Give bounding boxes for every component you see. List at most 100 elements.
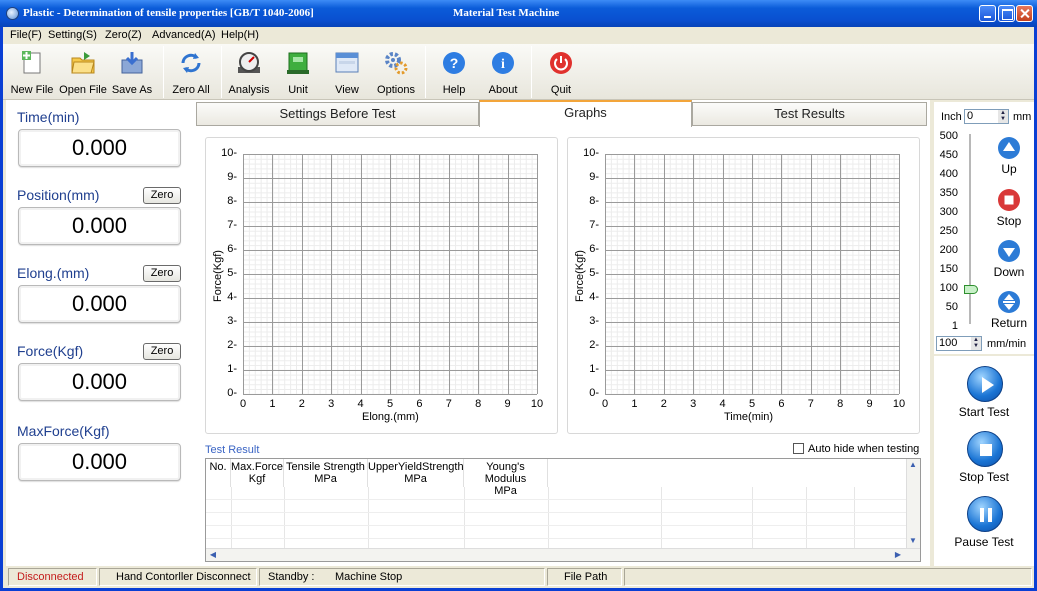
tab-test-results[interactable]: Test Results	[692, 102, 927, 126]
col-tensile-l1: Tensile Strength	[286, 461, 365, 473]
auto-hide-checkbox[interactable]: Auto hide when testing	[793, 443, 919, 455]
title-bar: Plastic - Determination of tensile prope…	[0, 0, 1037, 27]
quit-label: Quit	[550, 84, 572, 96]
unit-button[interactable]: Unit	[272, 48, 324, 98]
y-tick-label: 7-	[227, 219, 237, 231]
minimize-button[interactable]	[979, 5, 996, 22]
status-file-path: File Path	[547, 568, 622, 586]
save-as-button[interactable]: Save As	[106, 48, 158, 98]
menu-zero[interactable]: Zero(Z)	[105, 29, 142, 41]
x-tick-label: 10	[530, 398, 544, 410]
table-row[interactable]	[206, 526, 906, 539]
scale-tick-label: 1	[951, 320, 958, 332]
table-row[interactable]	[206, 513, 906, 526]
spinner-arrows-icon[interactable]: ▲ ▼	[998, 110, 1008, 123]
test-result-label: Test Result	[205, 444, 260, 456]
toolbar-separator	[163, 46, 164, 98]
start-test-button[interactable]	[967, 366, 1003, 402]
x-gridline	[537, 154, 538, 394]
tab-graphs[interactable]: Graphs	[479, 100, 692, 127]
speed-spinner[interactable]: 100 ▲ ▼	[936, 336, 982, 351]
up-arrow-icon[interactable]	[997, 136, 1021, 160]
scroll-up-icon[interactable]: ▲	[907, 460, 919, 469]
scroll-right-icon[interactable]: ▶	[892, 550, 904, 559]
position-zero-button[interactable]: Zero	[143, 187, 181, 204]
open-file-label: Open File	[59, 84, 107, 96]
auto-hide-checkbox-box[interactable]	[793, 443, 804, 454]
elong-zero-button[interactable]: Zero	[143, 265, 181, 282]
open-file-button[interactable]: Open File	[57, 48, 109, 98]
time-readout: 0.000	[18, 129, 181, 167]
menu-help[interactable]: Help(H)	[221, 29, 259, 41]
y-tick-label: 3-	[227, 315, 237, 327]
close-button[interactable]	[1016, 5, 1033, 22]
scale-tick-label: 400	[939, 168, 958, 180]
scroll-down-icon[interactable]: ▼	[907, 536, 919, 545]
col-header-tensile[interactable]: Tensile Strength MPa	[284, 459, 368, 487]
speed-slider-track[interactable]	[969, 134, 971, 324]
stop-test-label[interactable]: Stop Test	[934, 470, 1034, 484]
y-axis-label: Force(Kgf)	[212, 250, 224, 302]
force-zero-button[interactable]: Zero	[143, 343, 181, 360]
down-arrow-icon[interactable]	[997, 239, 1021, 263]
options-button[interactable]: Options	[370, 48, 422, 98]
down-label[interactable]: Down	[979, 265, 1037, 279]
tab-settings-before-test[interactable]: Settings Before Test	[196, 102, 479, 126]
scale-tick-label: 100	[939, 282, 958, 294]
table-vertical-scrollbar[interactable]: ▲ ▼	[906, 459, 920, 549]
table-row[interactable]	[206, 487, 906, 500]
about-button[interactable]: i About	[477, 48, 529, 98]
gauge-icon	[238, 52, 260, 73]
stop-icon[interactable]	[997, 188, 1021, 212]
speed-slider-thumb[interactable]	[964, 285, 978, 294]
x-tick-label: 3	[690, 398, 697, 410]
y-gridline	[243, 346, 537, 347]
scale-tick-label: 200	[939, 244, 958, 256]
start-test-label[interactable]: Start Test	[934, 405, 1034, 419]
x-tick-label: 9	[504, 398, 511, 410]
y-tick-label: 0-	[589, 387, 599, 399]
return-label[interactable]: Return	[979, 316, 1037, 330]
y-tick-label: 1-	[227, 363, 237, 375]
stop-test-button[interactable]	[967, 431, 1003, 467]
zero-all-button[interactable]: Zero All	[165, 48, 217, 98]
zero-all-label: Zero All	[172, 84, 210, 96]
up-label[interactable]: Up	[979, 162, 1037, 176]
y-tick-label: 10-	[221, 147, 237, 159]
col-maxforce-l1: Max.Force	[231, 461, 283, 473]
y-tick-label: 10-	[583, 147, 599, 159]
col-header-maxforce[interactable]: Max.Force Kgf	[231, 459, 284, 487]
analysis-button[interactable]: Analysis	[223, 48, 275, 98]
menu-setting[interactable]: Setting(S)	[48, 29, 97, 41]
y-gridline	[243, 202, 537, 203]
col-header-upperyield[interactable]: UpperYieldStrength MPa	[368, 459, 464, 487]
menu-file[interactable]: File(F)	[10, 29, 42, 41]
force-elong-chart: 0 1 2 3 4 5 6 7 8 9 10 0- 1- 2- 3- 4- 5- 6- 7- 8- 9- 10- Elong…	[205, 137, 558, 434]
stop-label[interactable]: Stop	[979, 214, 1037, 228]
x-tick-label: 1	[269, 398, 276, 410]
table-horizontal-scrollbar[interactable]: ◀ ▶	[206, 548, 920, 561]
return-icon[interactable]	[997, 290, 1021, 314]
quit-button[interactable]: Quit	[535, 48, 587, 98]
maximize-button[interactable]	[998, 5, 1015, 22]
scroll-left-icon[interactable]: ◀	[207, 550, 219, 559]
readout-panel: Time(min) 0.000 Position(mm) Zero 0.000 …	[6, 100, 193, 566]
menu-advanced[interactable]: Advanced(A)	[152, 29, 216, 41]
spinner-arrows-icon[interactable]: ▲ ▼	[971, 337, 981, 350]
y-gridline	[243, 154, 537, 155]
col-header-youngs[interactable]: Young's Modulus MPa	[464, 459, 548, 497]
about-label: About	[488, 84, 518, 96]
col-header-no[interactable]: No.	[206, 459, 231, 487]
new-file-button[interactable]: New File	[6, 48, 58, 98]
col-tensile-l2: MPa	[314, 473, 337, 485]
app-icon[interactable]	[6, 7, 19, 20]
view-button[interactable]: View	[321, 48, 373, 98]
scale-tick-label: 50	[945, 301, 958, 313]
pause-test-button[interactable]	[967, 496, 1003, 532]
y-gridline	[243, 178, 537, 179]
table-row[interactable]	[206, 500, 906, 513]
help-button[interactable]: ? Help	[428, 48, 480, 98]
pause-test-label[interactable]: Pause Test	[934, 535, 1034, 549]
gear-icon	[385, 52, 408, 75]
inch-spinner[interactable]: 0 ▲ ▼	[964, 109, 1009, 124]
